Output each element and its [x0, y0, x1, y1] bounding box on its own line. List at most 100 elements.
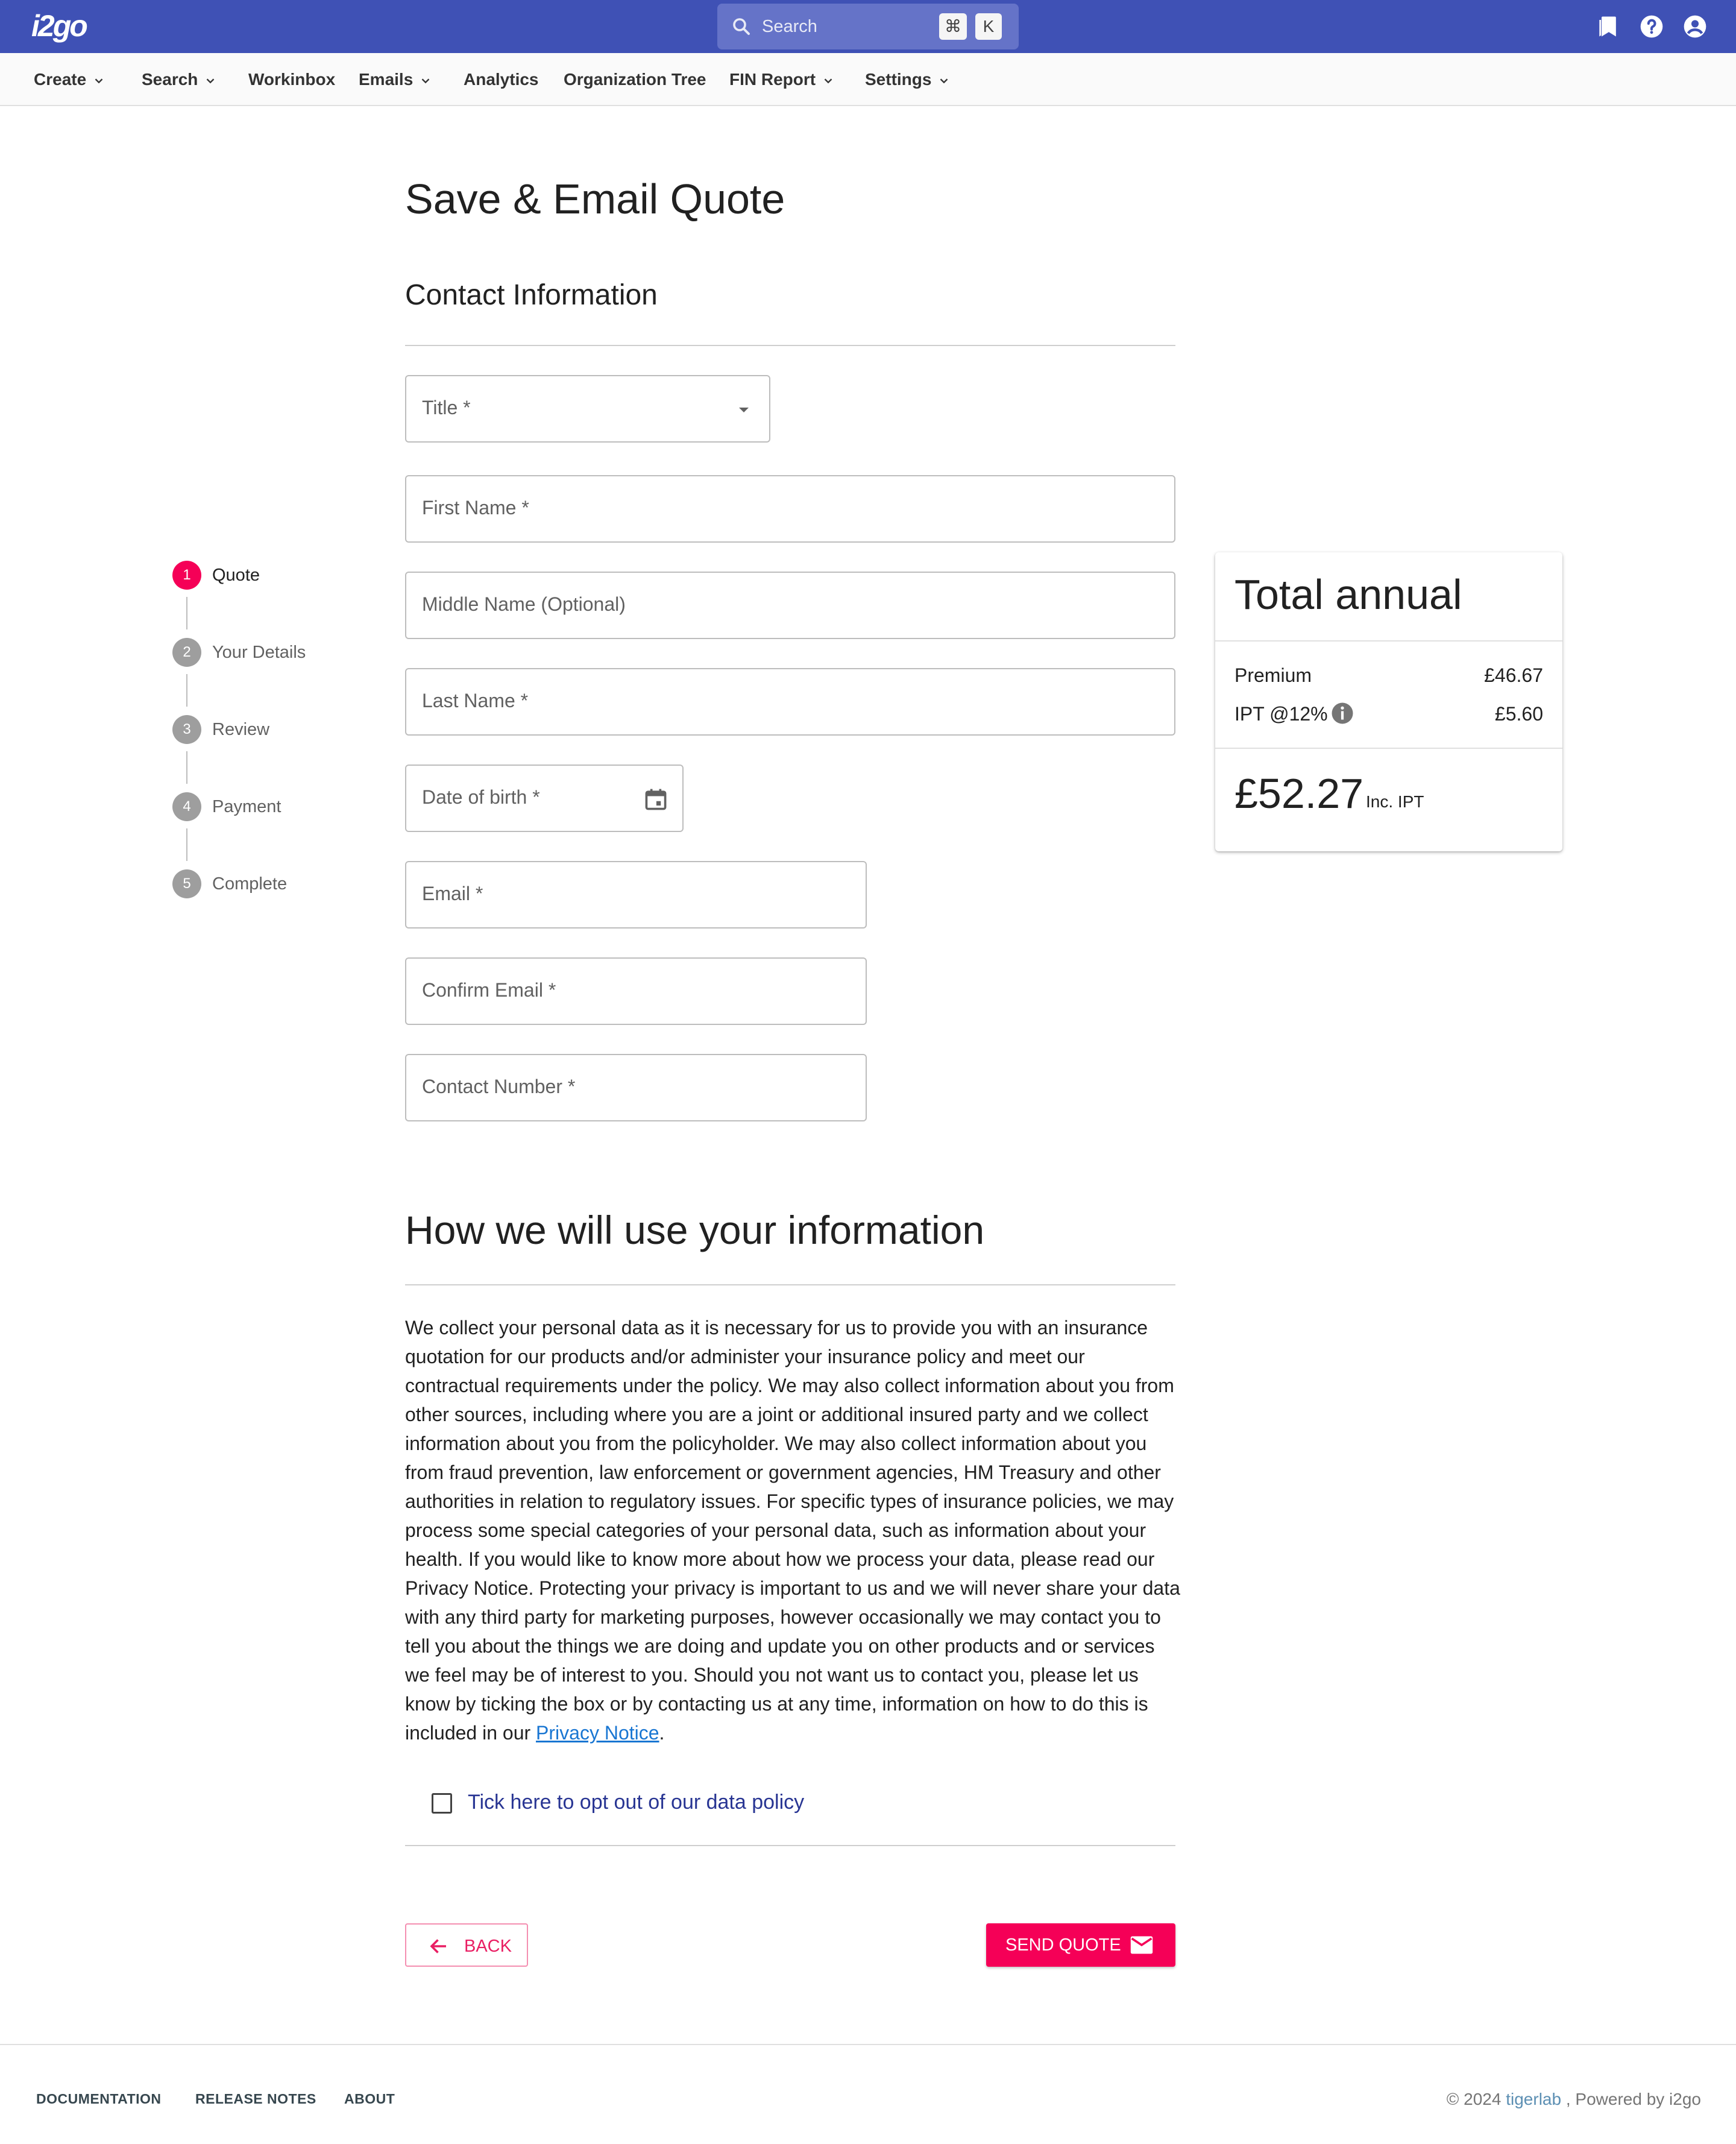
ipt-value: £5.60	[1494, 703, 1543, 725]
opt-out-label[interactable]: Tick here to opt out of our data policy	[468, 1791, 804, 1814]
step-connector	[186, 751, 187, 784]
nav-fin-report[interactable]: FIN Report	[729, 53, 835, 106]
chevron-down-icon	[824, 78, 832, 84]
search-placeholder: Search	[762, 17, 817, 36]
nav-create[interactable]: Create	[34, 53, 105, 106]
nav-analytics-label: Analytics	[464, 70, 539, 89]
nav-fin-report-label: FIN Report	[729, 70, 816, 89]
footer-about-link[interactable]: ABOUT	[344, 2091, 395, 2107]
nav-organization-tree-label: Organization Tree	[564, 70, 706, 89]
middle-name-field[interactable]: Middle Name (Optional)	[405, 572, 1175, 639]
title-select[interactable]: Title *	[405, 375, 770, 443]
last-name-label: Last Name *	[422, 690, 529, 711]
email-field[interactable]: Email *	[405, 861, 867, 929]
nav-search[interactable]: Search	[142, 53, 217, 106]
first-name-label: First Name *	[422, 497, 529, 519]
email-icon	[1130, 1936, 1153, 1954]
shortcut-cmd-key: ⌘	[939, 13, 967, 40]
help-icon[interactable]	[1638, 13, 1665, 40]
section-divider	[405, 1845, 1175, 1846]
step-connector	[186, 597, 187, 629]
section-divider	[405, 1284, 1175, 1285]
nav-emails-label: Emails	[359, 70, 414, 89]
section-divider	[405, 345, 1175, 346]
nav-workinbox-label: Workinbox	[248, 70, 336, 89]
date-of-birth-label: Date of birth *	[422, 786, 540, 808]
opt-out-checkbox[interactable]	[432, 1793, 452, 1814]
contact-information-heading: Contact Information	[405, 279, 658, 311]
main-nav: Create Search Workinbox Emails Analytics…	[0, 53, 1736, 106]
send-quote-label: SEND QUOTE	[1005, 1935, 1121, 1955]
account-icon[interactable]	[1682, 13, 1708, 40]
step-number: 1	[172, 561, 201, 590]
global-search[interactable]: Search ⌘ K	[717, 4, 1019, 49]
step-label: Your Details	[212, 643, 306, 662]
step-label: Payment	[212, 797, 281, 816]
step-label: Review	[212, 720, 270, 739]
back-button[interactable]: BACK	[405, 1923, 528, 1967]
confirm-email-label: Confirm Email *	[422, 979, 556, 1001]
powered-by-text: , Powered by i2go	[1561, 2090, 1701, 2108]
total-price: £52.27	[1234, 770, 1364, 817]
step-number: 4	[172, 792, 201, 821]
data-policy-body: We collect your personal data as it is n…	[405, 1317, 1180, 1744]
step-number: 3	[172, 715, 201, 744]
step-label: Complete	[212, 874, 288, 894]
card-divider	[1215, 640, 1562, 642]
arrow-back-icon	[430, 1939, 446, 1953]
confirm-email-field[interactable]: Confirm Email *	[405, 957, 867, 1025]
price-summary-card: Total annual Premium £46.67 IPT @12% £5.…	[1215, 552, 1562, 851]
ipt-label: IPT @12%	[1234, 703, 1328, 725]
copyright-text: © 2024	[1446, 2090, 1506, 2108]
first-name-field[interactable]: First Name *	[405, 475, 1175, 543]
step-connector	[186, 828, 187, 861]
search-icon	[733, 18, 750, 35]
step-number: 5	[172, 869, 201, 898]
calendar-icon[interactable]	[643, 786, 669, 813]
title-select-label: Title *	[422, 397, 471, 418]
footer-copyright: © 2024 tigerlab , Powered by i2go	[1447, 2090, 1701, 2109]
send-quote-button[interactable]: SEND QUOTE	[986, 1923, 1175, 1967]
privacy-notice-link[interactable]: Privacy Notice	[536, 1722, 659, 1744]
nav-analytics[interactable]: Analytics	[464, 53, 539, 106]
nav-settings-label: Settings	[865, 70, 932, 89]
bookmarks-icon[interactable]	[1595, 13, 1621, 40]
nav-search-label: Search	[142, 70, 198, 89]
chevron-down-icon	[421, 78, 430, 84]
middle-name-label: Middle Name (Optional)	[422, 593, 626, 615]
card-divider	[1215, 748, 1562, 749]
page-title: Save & Email Quote	[405, 175, 785, 222]
information-heading: How we will use your information	[405, 1208, 985, 1252]
step-connector	[186, 674, 187, 707]
step-number: 2	[172, 638, 201, 667]
back-button-label: BACK	[464, 1937, 512, 1956]
last-name-field[interactable]: Last Name *	[405, 668, 1175, 736]
footer: DOCUMENTATION RELEASE NOTES ABOUT © 2024…	[0, 2044, 1736, 2144]
footer-documentation-link[interactable]: DOCUMENTATION	[36, 2091, 162, 2107]
contact-number-label: Contact Number *	[422, 1076, 576, 1097]
nav-workinbox[interactable]: Workinbox	[248, 53, 335, 106]
nav-organization-tree[interactable]: Organization Tree	[564, 53, 706, 106]
footer-release-notes-link[interactable]: RELEASE NOTES	[195, 2091, 316, 2107]
nav-settings[interactable]: Settings	[865, 53, 951, 106]
premium-value: £46.67	[1484, 664, 1543, 686]
nav-create-label: Create	[34, 70, 87, 89]
dropdown-arrow-icon	[739, 408, 749, 412]
top-app-bar: i2go Search ⌘ K	[0, 0, 1736, 53]
chevron-down-icon	[940, 78, 948, 84]
total-suffix: Inc. IPT	[1366, 792, 1424, 811]
email-label: Email *	[422, 883, 483, 904]
date-of-birth-field[interactable]: Date of birth *	[405, 765, 684, 832]
data-policy-end: .	[659, 1722, 665, 1744]
app-logo[interactable]: i2go	[31, 8, 88, 43]
info-icon[interactable]	[1330, 701, 1355, 726]
data-policy-text: We collect your personal data as it is n…	[405, 1313, 1183, 1747]
contact-number-field[interactable]: Contact Number *	[405, 1054, 867, 1121]
chevron-down-icon	[207, 78, 215, 84]
chevron-down-icon	[95, 78, 103, 84]
step-label: Quote	[212, 566, 260, 585]
tigerlab-link[interactable]: tigerlab	[1506, 2090, 1561, 2108]
nav-emails[interactable]: Emails	[359, 53, 432, 106]
summary-title: Total annual	[1234, 571, 1462, 618]
shortcut-k-key: K	[975, 13, 1002, 40]
